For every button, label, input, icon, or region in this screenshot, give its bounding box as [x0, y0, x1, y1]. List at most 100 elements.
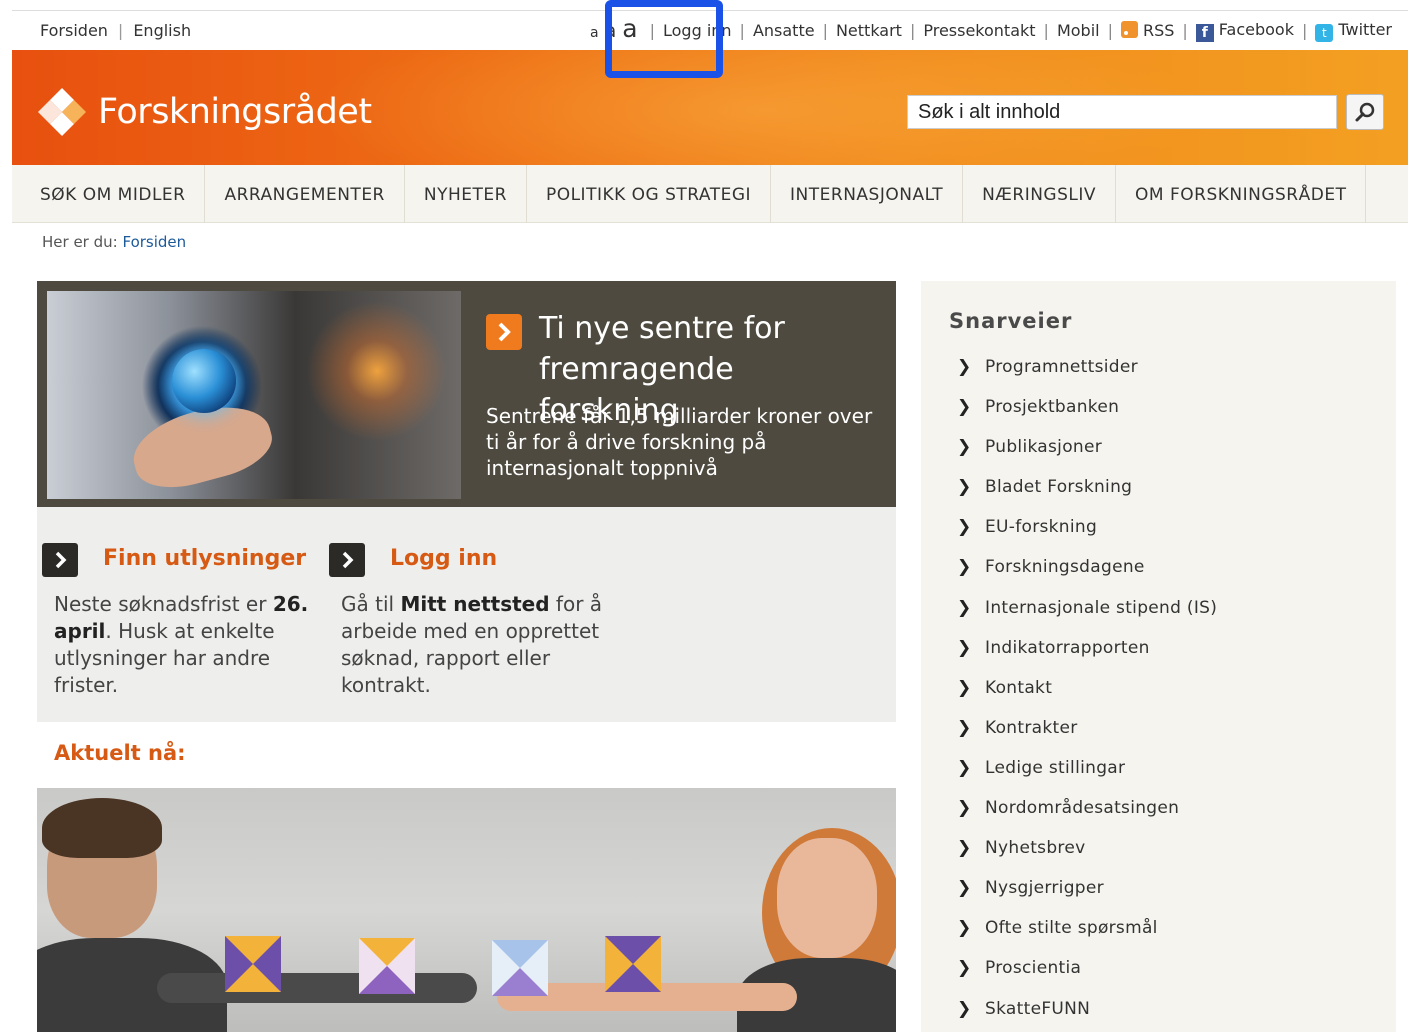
link-mobil[interactable]: Mobil: [1057, 21, 1100, 40]
aktuelt-heading: Aktuelt nå:: [54, 741, 186, 765]
rss-icon: [1120, 21, 1138, 38]
chevron-right-icon: ❯: [957, 397, 972, 418]
twitter-label: Twitter: [1338, 19, 1392, 39]
link-rss[interactable]: RSS: [1120, 21, 1175, 40]
sidebar-item[interactable]: ❯ Publikasjoner: [957, 437, 1217, 477]
utility-left: Forsiden | English: [40, 21, 191, 40]
promo-body: Gå til Mitt nettsted for å arbeide med e…: [341, 592, 603, 697]
sidebar-item[interactable]: ❯ EU-forskning: [957, 517, 1217, 557]
breadcrumb-current[interactable]: Forsiden: [122, 233, 186, 251]
link-english[interactable]: English: [133, 21, 191, 40]
chevron-right-icon: ❯: [957, 918, 972, 939]
sidebar-item[interactable]: ❯ Nyhetsbrev: [957, 838, 1217, 878]
facebook-label: Facebook: [1218, 19, 1294, 39]
search-input[interactable]: [907, 95, 1337, 129]
chevron-right-icon: ❯: [957, 998, 972, 1019]
chevron-right-icon: ❯: [957, 878, 972, 899]
divider: |: [117, 21, 124, 40]
sidebar-item[interactable]: ❯ Proscientia: [957, 958, 1217, 998]
aktuelt-photo[interactable]: [37, 788, 896, 1032]
snarveier-list: ❯ Programnettsider ❯ Prosjektbanken ❯ Publi…: [957, 357, 1217, 1032]
chevron-right-icon: [329, 543, 365, 577]
sidebar-item[interactable]: ❯ Indikatorrapporten: [957, 638, 1217, 678]
person-shape: [777, 838, 877, 958]
chevron-right-icon: ❯: [957, 477, 972, 498]
sidebar-item[interactable]: ❯ Forskningsdagene: [957, 557, 1217, 597]
search-button[interactable]: [1346, 94, 1384, 130]
sidebar-item[interactable]: ❯ Bladet Forskning: [957, 477, 1217, 517]
sidebar-item[interactable]: ❯ Prosjektbanken: [957, 397, 1217, 437]
nav-item-politikk[interactable]: POLITIKK OG STRATEGI: [527, 165, 772, 223]
chevron-right-icon: ❯: [957, 437, 972, 458]
divider: |: [1043, 21, 1049, 40]
highlight-box: [605, 0, 723, 78]
chevron-right-icon: ❯: [957, 757, 972, 778]
divider: |: [1182, 21, 1188, 40]
sidebar-item[interactable]: ❯ Nysgjerrigper: [957, 878, 1217, 918]
chevron-right-icon: ❯: [957, 637, 972, 658]
cube-shape: [359, 938, 415, 994]
sidebar-item[interactable]: ❯ Ofte stilte spørsmål: [957, 918, 1217, 958]
chevron-right-icon: ❯: [957, 958, 972, 979]
sidebar-item[interactable]: ❯ Programnettsider: [957, 357, 1217, 397]
chevron-right-icon: ❯: [957, 717, 972, 738]
divider: |: [822, 21, 828, 40]
globe-shape: [172, 349, 236, 413]
feature-text: Sentrene får 1,5 milliarder kroner over …: [486, 404, 873, 480]
sidebar-item[interactable]: ❯ SkatteFUNN: [957, 999, 1217, 1032]
chevron-right-icon: ❯: [957, 357, 972, 377]
promo-body: Neste søknadsfrist er 26. april. Husk at…: [54, 592, 309, 697]
divider: |: [739, 21, 745, 40]
sidebar-item[interactable]: ❯ Kontakt: [957, 678, 1217, 718]
nav-item-naeringsliv[interactable]: NÆRINGSLIV: [963, 165, 1117, 223]
link-pressekontakt[interactable]: Pressekontakt: [923, 21, 1035, 40]
chevron-right-icon: ❯: [957, 677, 972, 698]
chevron-right-icon: ❯: [957, 838, 972, 859]
promo-area: Finn utlysninger Neste søknadsfrist er 2…: [37, 507, 896, 722]
rss-label: RSS: [1142, 21, 1175, 40]
twitter-icon: t: [1315, 23, 1334, 42]
divider: |: [1107, 21, 1113, 40]
promo-title[interactable]: Finn utlysninger: [103, 546, 306, 571]
nav-item-nyheter[interactable]: NYHETER: [405, 165, 527, 223]
link-ansatte[interactable]: Ansatte: [753, 21, 815, 40]
nav-item-arrangementer[interactable]: ARRANGEMENTER: [205, 165, 405, 223]
breadcrumb: Her er du: Forsiden: [42, 233, 186, 251]
chevron-right-icon: ❯: [957, 597, 972, 618]
facebook-icon: f: [1195, 23, 1214, 42]
font-size-small-button[interactable]: a: [590, 25, 599, 41]
nav-item-sok-om-midler[interactable]: SØK OM MIDLER: [12, 165, 206, 223]
sidebar-item[interactable]: ❯ Kontrakter: [957, 718, 1217, 758]
feature-arrow-icon: [486, 314, 522, 354]
logo-mark-icon: [34, 86, 90, 138]
link-forsiden[interactable]: Forsiden: [40, 21, 108, 40]
link-twitter[interactable]: t Twitter: [1315, 20, 1392, 42]
sidebar-item[interactable]: ❯ Nordområdesatsingen: [957, 798, 1217, 838]
cube-shape: [492, 940, 548, 996]
site-logo[interactable]: Forskningsrådet: [34, 86, 372, 138]
person-shape: [157, 973, 477, 1003]
logo-text: Forskningsrådet: [98, 92, 372, 132]
nav-item-internasjonalt[interactable]: INTERNASJONALT: [771, 165, 964, 223]
chevron-right-icon: ❯: [957, 798, 972, 819]
feature-image[interactable]: [47, 291, 461, 499]
nav-item-om-forskningsradet[interactable]: OM FORSKNINGSRÅDET: [1116, 165, 1367, 223]
sidebar-heading: Snarveier: [949, 309, 1073, 333]
sidebar-snarveier: Snarveier ❯ Programnettsider ❯ Prosjektban…: [921, 281, 1396, 1032]
main-nav: SØK OM MIDLER ARRANGEMENTER NYHETER POLI…: [12, 165, 1408, 223]
chevron-right-icon: ❯: [957, 557, 972, 578]
divider: |: [909, 21, 916, 40]
chevron-right-icon: ❯: [957, 517, 972, 538]
link-nettkart[interactable]: Nettkart: [836, 21, 902, 40]
cube-shape: [225, 936, 281, 992]
search-icon: [1355, 102, 1375, 122]
cube-shape: [605, 936, 661, 992]
sidebar-item[interactable]: ❯ Internasjonale stipend (IS): [957, 598, 1217, 638]
promo-title[interactable]: Logg inn: [390, 546, 497, 571]
breadcrumb-prefix: Her er du:: [42, 233, 118, 251]
person-shape: [42, 798, 162, 858]
chevron-right-icon: [42, 543, 78, 577]
divider: |: [1301, 21, 1308, 40]
link-facebook[interactable]: f Facebook: [1195, 19, 1294, 42]
sidebar-item[interactable]: ❯ Ledige stillingar: [957, 758, 1217, 798]
